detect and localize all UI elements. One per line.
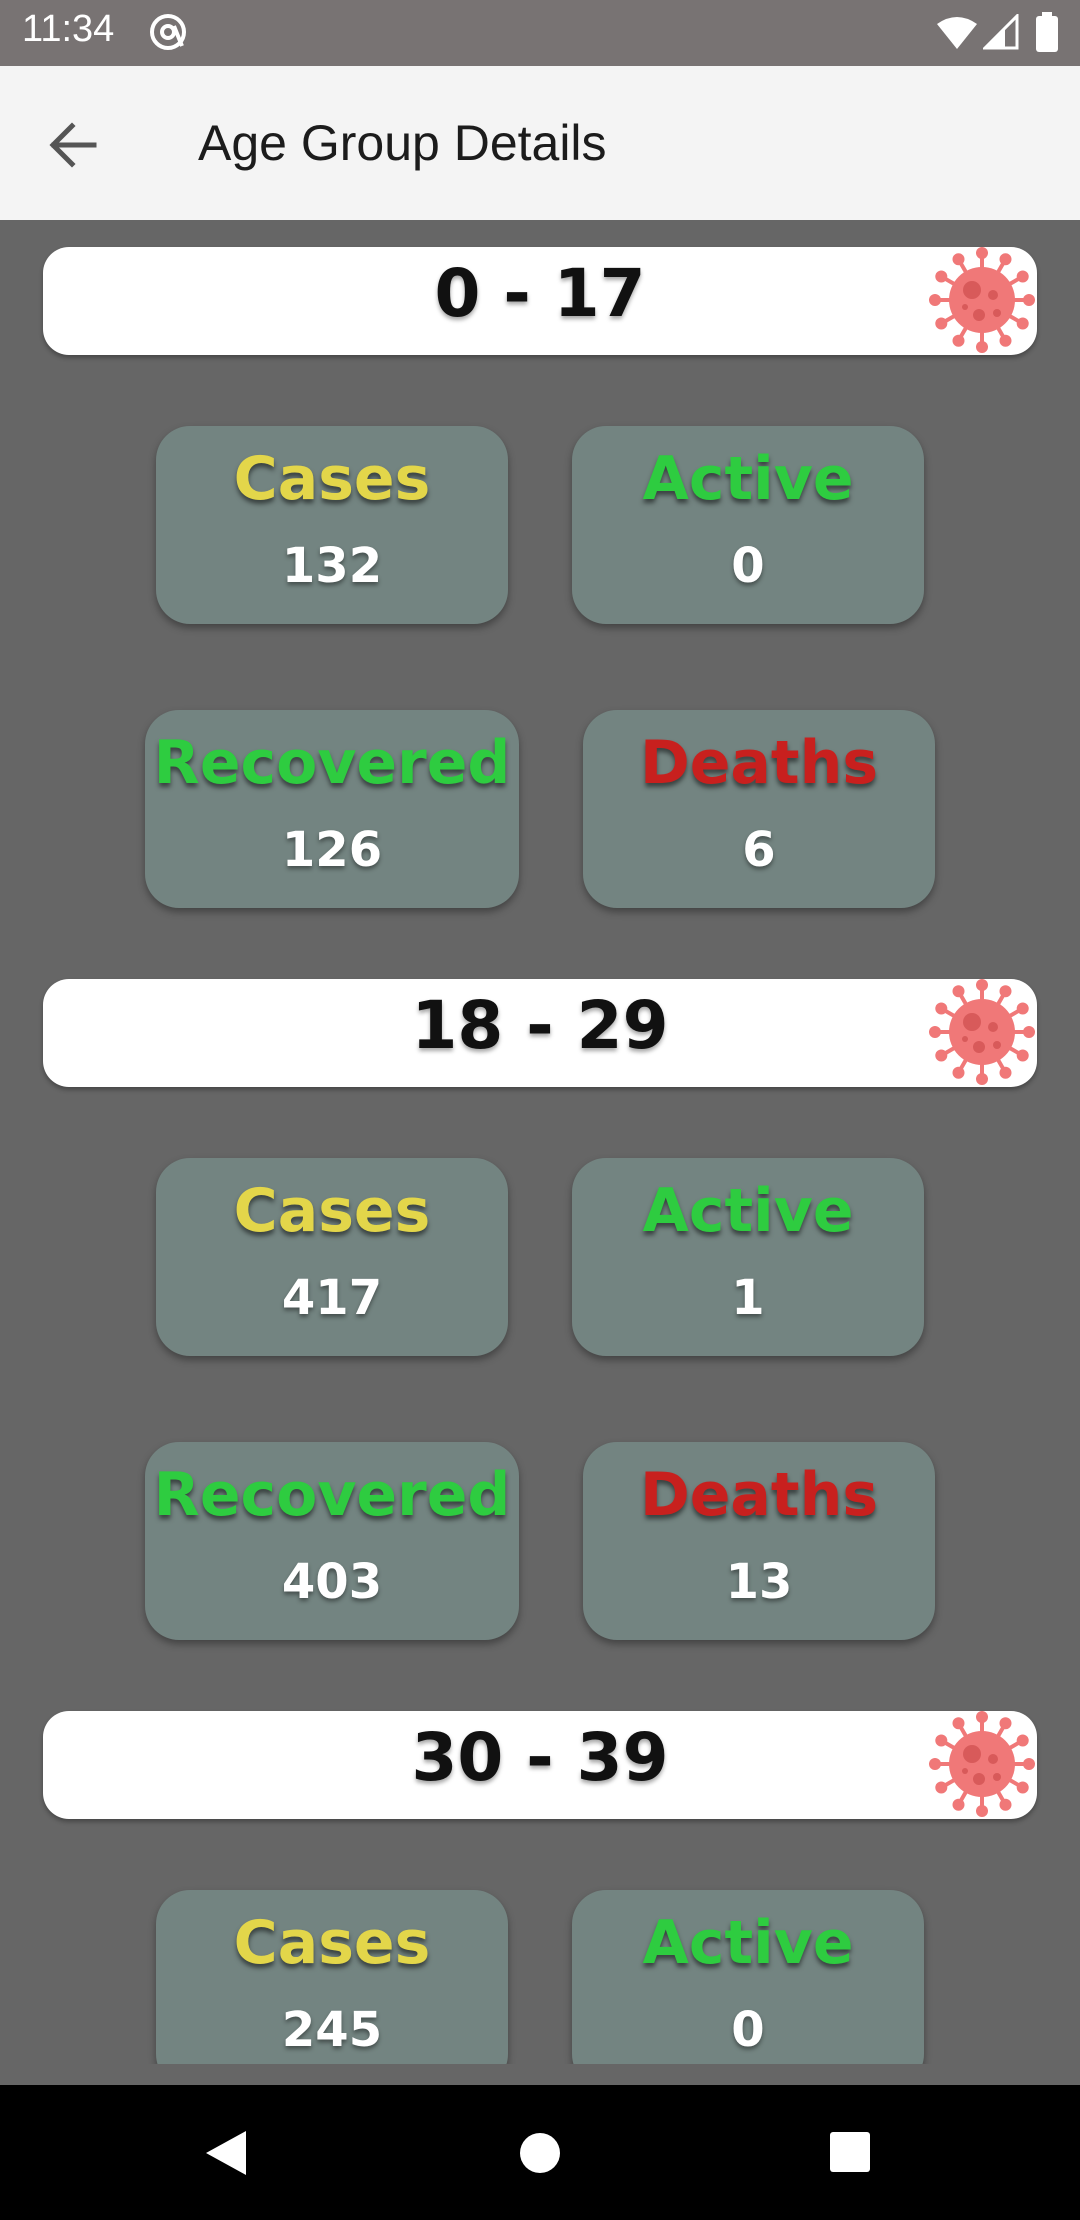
deaths-label: Deaths	[639, 728, 879, 798]
active-value: 0	[731, 2002, 765, 2058]
navigation-bar	[0, 2085, 1080, 2220]
battery-icon	[1036, 12, 1058, 52]
cases-card: Cases 245	[156, 1890, 508, 2064]
recovered-label: Recovered	[153, 728, 511, 798]
deaths-card: Deaths 13	[583, 1442, 935, 1640]
cases-value: 245	[281, 2002, 383, 2058]
status-bar: 11:34	[0, 0, 1080, 66]
active-card: Active 0	[572, 1890, 924, 2064]
age-range-label: 18 - 29	[411, 987, 669, 1064]
active-label: Active	[642, 1908, 854, 1978]
cases-card: Cases 417	[156, 1158, 508, 1356]
cases-label: Cases	[233, 444, 431, 514]
cases-value: 132	[281, 538, 383, 594]
cases-value: 417	[281, 1270, 383, 1326]
age-group-list[interactable]: 0 - 17 Cases 132 Active 0 Recovered 126 …	[0, 220, 1080, 2064]
active-label: Active	[642, 1176, 854, 1246]
deaths-card: Deaths 6	[583, 710, 935, 908]
cases-label: Cases	[233, 1908, 431, 1978]
recovered-card: Recovered 126	[145, 710, 519, 908]
deaths-label: Deaths	[639, 1460, 879, 1530]
at-icon	[150, 14, 186, 50]
age-range-label: 0 - 17	[434, 255, 646, 332]
wifi-icon	[937, 17, 977, 49]
age-group-header: 18 - 29	[43, 979, 1037, 1087]
age-group-header: 30 - 39	[43, 1711, 1037, 1819]
active-card: Active 0	[572, 426, 924, 624]
status-time: 11:34	[22, 8, 115, 50]
deaths-value: 13	[725, 1554, 793, 1610]
back-arrow-icon[interactable]	[44, 116, 102, 174]
recovered-card: Recovered 403	[145, 1442, 519, 1640]
cases-card: Cases 132	[156, 426, 508, 624]
virus-icon	[929, 247, 1035, 353]
virus-icon	[929, 979, 1035, 1085]
active-value: 0	[731, 538, 765, 594]
deaths-value: 6	[742, 822, 776, 878]
recovered-value: 126	[281, 822, 383, 878]
page-title: Age Group Details	[198, 115, 607, 171]
age-group-header: 0 - 17	[43, 247, 1037, 355]
nav-recents-icon[interactable]	[829, 2131, 871, 2173]
active-value: 1	[731, 1270, 765, 1326]
signal-icon	[983, 14, 1019, 50]
recovered-value: 403	[281, 1554, 383, 1610]
active-card: Active 1	[572, 1158, 924, 1356]
app-bar: Age Group Details	[0, 66, 1080, 220]
age-range-label: 30 - 39	[411, 1719, 669, 1796]
cases-label: Cases	[233, 1176, 431, 1246]
nav-back-icon[interactable]	[204, 2129, 248, 2177]
recovered-label: Recovered	[153, 1460, 511, 1530]
virus-icon	[929, 1711, 1035, 1817]
nav-home-icon[interactable]	[518, 2131, 562, 2175]
active-label: Active	[642, 444, 854, 514]
